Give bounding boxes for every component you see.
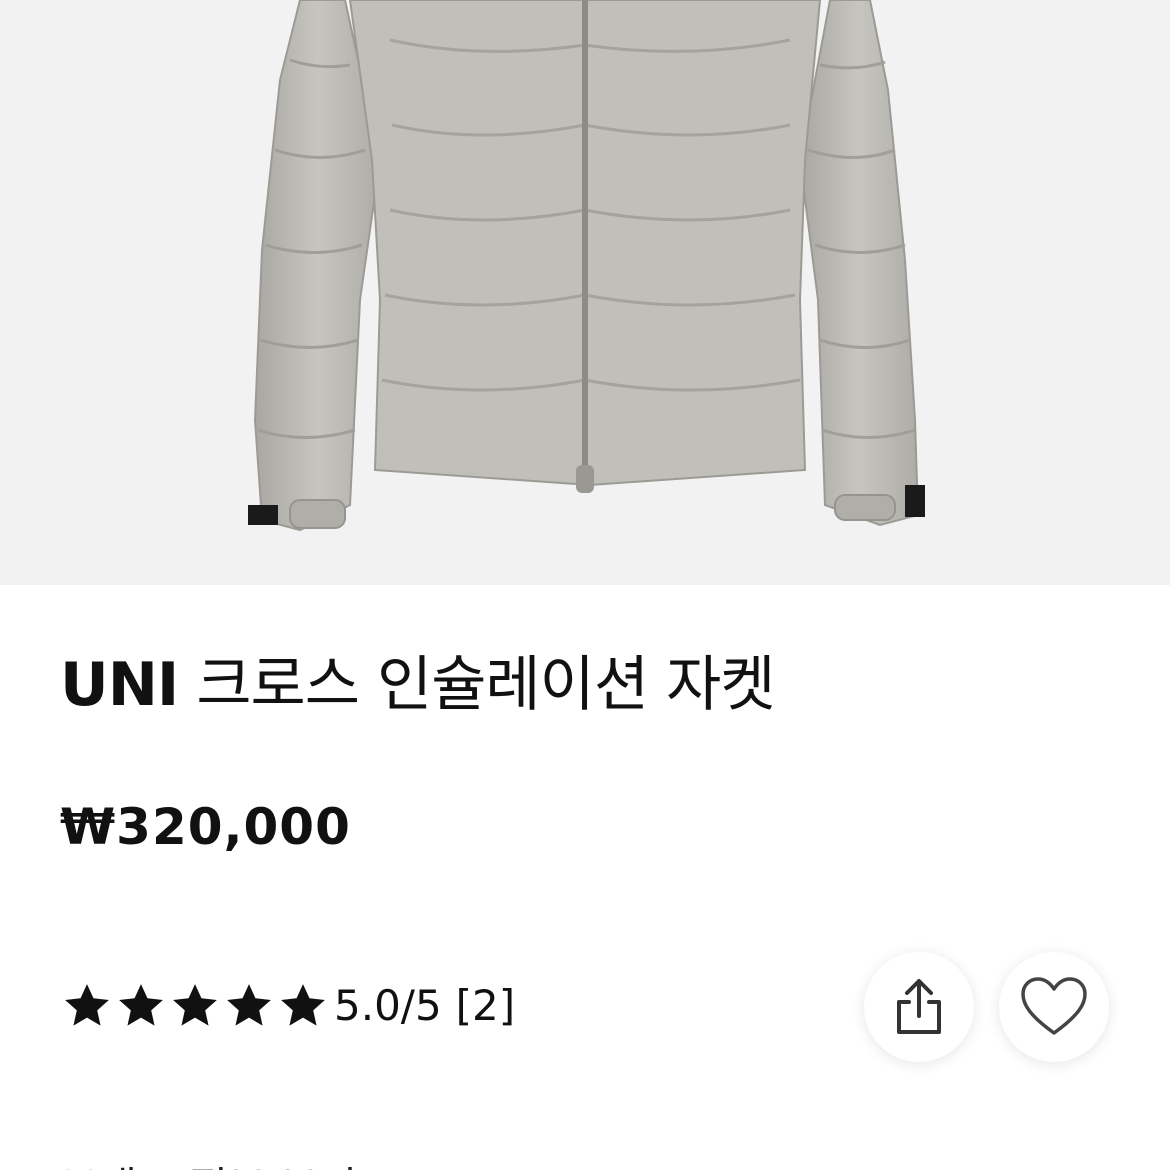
jacket-illustration: [248, 0, 925, 532]
product-price: ₩320,000: [60, 798, 351, 856]
star-icon: [281, 984, 325, 1026]
wishlist-button[interactable]: [999, 952, 1109, 1062]
star-icon: [119, 984, 163, 1026]
heart-icon: [1021, 977, 1087, 1035]
star-icon: [227, 984, 271, 1026]
rating-stars: [62, 981, 332, 1031]
share-button[interactable]: [864, 952, 974, 1062]
product-name: 크로스 인슐레이션 자켓: [196, 650, 775, 720]
product-image[interactable]: [0, 0, 1170, 585]
rating-score: 5.0/5: [334, 981, 442, 1030]
brand-info-link[interactable]: 브랜드 정보 보기: [60, 1158, 357, 1170]
rating-summary[interactable]: 5.0/5 [2]: [62, 976, 515, 1036]
product-brand: UNI: [60, 650, 179, 720]
product-detail-page: UNI 크로스 인슐레이션 자켓 ₩320,000 5.0/5 [2] 브랜드 …: [0, 0, 1170, 1170]
share-icon: [897, 979, 941, 1034]
review-count[interactable]: [2]: [456, 976, 516, 1036]
star-icon: [173, 984, 217, 1026]
star-icon: [65, 984, 109, 1026]
product-title: UNI 크로스 인슐레이션 자켓: [60, 640, 776, 730]
